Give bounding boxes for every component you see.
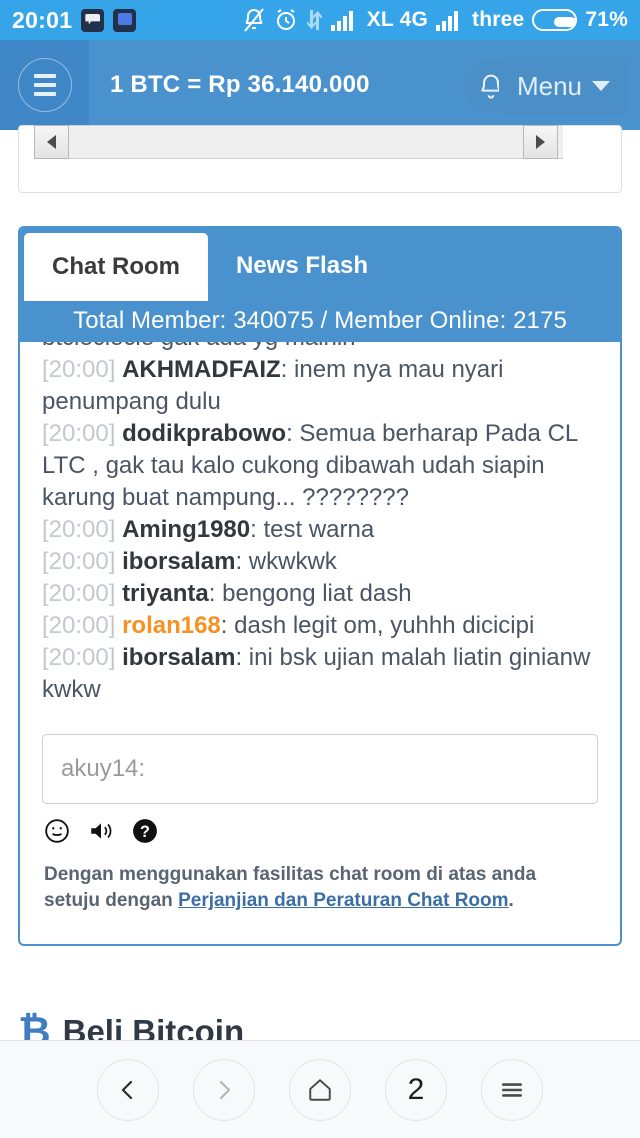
scroll-right-button[interactable]	[523, 125, 558, 159]
carrier-2-label: three	[472, 8, 525, 31]
chat-disclaimer: Dengan menggunakan fasilitas chat room d…	[20, 844, 620, 914]
home-button[interactable]	[289, 1058, 351, 1121]
chat-message-text: : bengong liat dash	[208, 580, 412, 607]
chat-message: [20:00] rolan168: dash legit om, yuhhh d…	[42, 610, 598, 642]
horizontal-scrollbar[interactable]	[34, 125, 563, 159]
battery-percent-label: 71%	[585, 8, 628, 31]
chat-message-timestamp: [20:00]	[42, 356, 123, 383]
arrow-right-icon	[536, 135, 545, 149]
disclaimer-text-post: .	[508, 890, 514, 911]
help-icon[interactable]: ?	[132, 818, 158, 844]
chat-message: [20:00] triyanta: bengong liat dash	[42, 578, 598, 610]
chat-message-text: : wkwkwk	[235, 548, 337, 575]
chat-message-list[interactable]: btcleclecle gak ada yg mainin [20:00] AKH…	[20, 342, 620, 720]
tab-count-button[interactable]: 2	[385, 1058, 447, 1121]
chat-message: [20:00] iborsalam: ini bsk ujian malah l…	[42, 642, 598, 706]
sidebar-toggle-button[interactable]	[0, 40, 89, 130]
scroll-left-button[interactable]	[34, 125, 69, 159]
menu-button[interactable]: Menu	[498, 57, 628, 115]
chat-message-timestamp: [20:00]	[42, 548, 123, 575]
back-button[interactable]	[97, 1058, 159, 1121]
member-count-label: Total Member: 340075 / Member Online: 21…	[73, 307, 567, 334]
chat-message-nick[interactable]: iborsalam	[122, 644, 235, 671]
browser-menu-button[interactable]	[481, 1058, 543, 1121]
bell-off-icon	[243, 8, 264, 32]
chat-message-timestamp: [20:00]	[42, 644, 123, 671]
chat-input-wrap	[20, 720, 620, 804]
phone-screen: 20:01 XL 4G three 71% 1 BTC = Rp 36.140.…	[0, 0, 640, 1138]
chat-message-timestamp: [20:00]	[42, 580, 123, 607]
tab-chat-room-label: Chat Room	[52, 253, 180, 280]
chat-input[interactable]	[42, 734, 598, 804]
member-count-bar: Total Member: 340075 / Member Online: 21…	[20, 300, 620, 342]
hamburger-icon[interactable]	[17, 58, 72, 112]
forward-button[interactable]	[193, 1058, 255, 1121]
tab-count-label: 2	[407, 1072, 425, 1106]
chevron-right-icon	[219, 1080, 231, 1099]
chat-message-nick[interactable]: iborsalam	[122, 548, 235, 575]
hamburger-icon	[502, 1082, 522, 1097]
menu-button-label: Menu	[516, 70, 582, 101]
chevron-down-icon	[592, 81, 610, 91]
chevron-left-icon	[121, 1080, 133, 1099]
chat-message-nick[interactable]: dodikprabowo	[122, 420, 286, 447]
android-status-bar: 20:01 XL 4G three 71%	[0, 0, 640, 40]
emoji-icon[interactable]	[44, 818, 70, 844]
status-clock: 20:01	[12, 6, 73, 33]
svg-text:?: ?	[140, 823, 150, 841]
battery-icon	[532, 9, 578, 31]
chat-tool-icons: ?	[20, 804, 620, 844]
chat-message-timestamp: [20:00]	[42, 516, 123, 543]
chat-message-nick[interactable]: rolan168	[122, 612, 221, 639]
page-title: 1 BTC = Rp 36.140.000	[110, 71, 370, 98]
sound-icon[interactable]	[88, 818, 114, 844]
status-bar-left: 20:01	[12, 6, 137, 34]
chat-tabs: Chat Room News Flash	[20, 228, 620, 301]
chat-app-icon	[113, 8, 137, 32]
carrier-1-label: XL 4G	[366, 8, 428, 31]
chat-message: [20:00] AKHMADFAIZ: inem nya mau nyari p…	[42, 354, 598, 418]
home-icon	[309, 1078, 331, 1101]
chat-message-timestamp: [20:00]	[42, 420, 123, 447]
arrow-left-icon	[47, 135, 56, 149]
message-app-icon	[81, 8, 105, 32]
carousel-card	[18, 125, 622, 193]
chat-panel: Chat Room News Flash Total Member: 34007…	[18, 226, 622, 946]
chat-message-text: btcleclecle gak ada yg mainin	[42, 342, 356, 351]
chat-message: [20:00] dodikprabowo: Semua berharap Pad…	[42, 418, 598, 514]
tab-news-flash-label: News Flash	[236, 252, 369, 279]
signal-bars-icon	[330, 11, 353, 31]
tab-news-flash[interactable]: News Flash	[208, 232, 396, 300]
chat-rules-link[interactable]: Perjanjian dan Peraturan Chat Room	[178, 890, 508, 911]
chat-message-timestamp: [20:00]	[42, 612, 123, 639]
browser-bottom-nav: 2	[0, 1040, 640, 1138]
chat-message: [20:00] iborsalam: wkwkwk	[42, 546, 598, 578]
chat-message: btcleclecle gak ada yg mainin	[42, 342, 598, 354]
chat-message-text: : test warna	[250, 516, 375, 543]
chat-message-text: : dash legit om, yuhhh dicicipi	[220, 612, 535, 639]
alarm-clock-icon	[276, 9, 295, 30]
app-header: 1 BTC = Rp 36.140.000 Menu	[0, 40, 640, 130]
status-bar-right: XL 4G three 71%	[242, 7, 628, 33]
data-transfer-icon	[306, 10, 322, 30]
signal-bars-icon	[436, 11, 458, 31]
chat-message-nick[interactable]: Aming1980	[122, 516, 250, 543]
chat-message-nick[interactable]: AKHMADFAIZ	[122, 356, 281, 383]
chat-message: [20:00] Aming1980: test warna	[42, 514, 598, 546]
tab-chat-room[interactable]: Chat Room	[24, 233, 208, 301]
chat-message-nick[interactable]: triyanta	[122, 580, 209, 607]
